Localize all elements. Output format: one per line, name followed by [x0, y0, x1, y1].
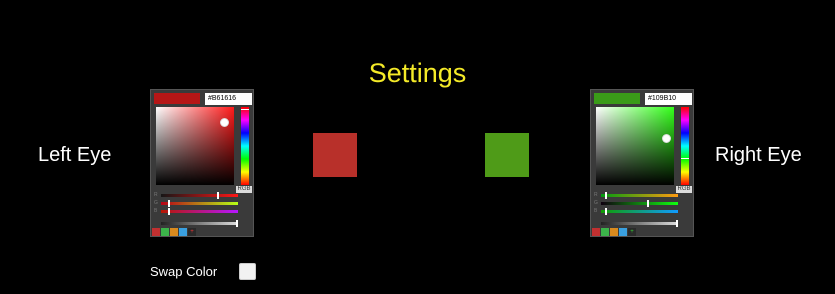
left-eye-color-preview [313, 133, 357, 177]
right-color-picker[interactable]: #109B10 RGB R G B + [590, 89, 694, 237]
right-eye-label: Right Eye [715, 144, 802, 166]
left-swatch-2[interactable] [161, 228, 169, 236]
left-slider-g[interactable] [161, 200, 238, 207]
left-swatch-4[interactable] [179, 228, 187, 236]
right-swatch-2[interactable] [601, 228, 609, 236]
right-preset-swatches: + [592, 228, 637, 236]
left-preset-swatches: + [152, 228, 197, 236]
right-swatch-3[interactable] [610, 228, 618, 236]
left-slider-alpha[interactable] [161, 220, 238, 227]
left-color-picker[interactable]: #B61616 RGB R G B + [150, 89, 254, 237]
right-sv-handle[interactable] [662, 134, 671, 143]
left-slider-b[interactable] [161, 208, 238, 215]
left-add-swatch-icon[interactable]: + [188, 228, 196, 236]
left-swatch-1[interactable] [152, 228, 160, 236]
left-sv-handle[interactable] [220, 118, 229, 127]
left-saturation-value-field[interactable] [156, 107, 234, 185]
left-hex-input[interactable]: #B61616 [205, 93, 252, 105]
right-swatch-1[interactable] [592, 228, 600, 236]
swap-color-label: Swap Color [150, 264, 218, 279]
right-current-color-preview [594, 93, 640, 104]
right-slider-g[interactable] [601, 200, 678, 207]
swap-color-checkbox[interactable] [239, 263, 256, 280]
left-eye-label: Left Eye [38, 144, 112, 166]
left-current-color-preview [154, 93, 200, 104]
right-saturation-value-field[interactable] [596, 107, 674, 185]
left-mode-toggle[interactable]: RGB [236, 186, 252, 193]
right-add-swatch-icon[interactable]: + [628, 228, 636, 236]
right-hex-input[interactable]: #109B10 [645, 93, 692, 105]
right-hue-slider[interactable] [681, 107, 689, 185]
right-mode-toggle[interactable]: RGB [676, 186, 692, 193]
left-swatch-3[interactable] [170, 228, 178, 236]
right-slider-r[interactable] [601, 192, 678, 199]
settings-title: Settings [368, 58, 467, 88]
right-slider-alpha[interactable] [601, 220, 678, 227]
left-hue-slider[interactable] [241, 107, 249, 185]
right-slider-b[interactable] [601, 208, 678, 215]
right-swatch-4[interactable] [619, 228, 627, 236]
right-eye-color-preview [485, 133, 529, 177]
left-slider-r[interactable] [161, 192, 238, 199]
